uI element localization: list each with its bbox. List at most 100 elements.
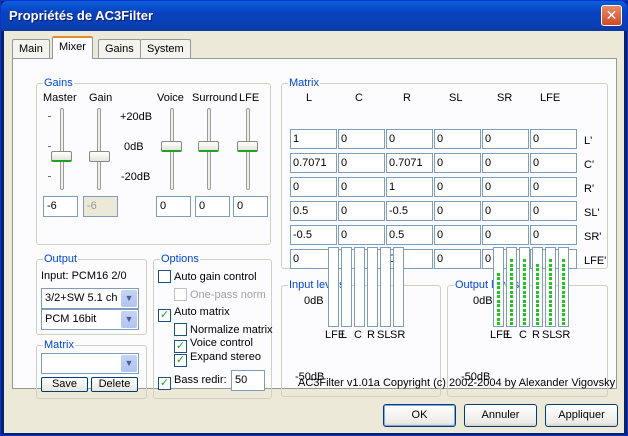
level-segment	[510, 286, 513, 289]
master-value-field[interactable]: -6	[43, 196, 78, 217]
matrix-cell[interactable]: -0.5	[386, 201, 433, 221]
level-segment	[549, 317, 552, 321]
chevron-down-icon: ▼	[121, 311, 137, 328]
matrix-cell[interactable]: 0	[434, 153, 481, 173]
level-segment	[497, 304, 500, 307]
matrix-cell[interactable]: 0	[530, 225, 577, 245]
matrix-cell[interactable]: 0	[290, 177, 337, 197]
save-matrix-button[interactable]: Save	[41, 377, 88, 392]
matrix-cell[interactable]: 0	[530, 177, 577, 197]
matrix-cell[interactable]: 0	[482, 153, 529, 173]
lfe-value-field[interactable]: 0	[233, 196, 268, 217]
auto-matrix-checkbox[interactable]: ✓ Auto matrix	[158, 306, 230, 322]
scale-mid-label: 0dB	[124, 141, 144, 153]
surround-slider-thumb[interactable]	[198, 141, 219, 152]
bass-redir-checkbox[interactable]: ✓ Bass redir:	[158, 374, 227, 390]
matrix-cell[interactable]: 0.7071	[290, 153, 337, 173]
matrix-group-label: Matrix	[288, 77, 320, 89]
matrix-cell[interactable]: 0	[482, 129, 529, 149]
title-bar[interactable]: Propriétés de AC3Filter ✕	[1, 1, 627, 31]
matrix-cell[interactable]: -0.5	[290, 225, 337, 245]
matrix-cell[interactable]: 0.5	[290, 201, 337, 221]
matrix-cell[interactable]: 0	[434, 201, 481, 221]
matrix-cell[interactable]: 0	[338, 129, 385, 149]
master-label: Master	[43, 92, 77, 104]
channel-label: C	[519, 329, 527, 341]
tab-gains[interactable]: Gains	[98, 39, 141, 58]
matrix-cell[interactable]: 0	[386, 129, 433, 149]
bass-redir-freq-field[interactable]: 50	[231, 370, 265, 391]
voice-value-field[interactable]: 0	[156, 196, 191, 217]
level-segment	[562, 259, 565, 262]
matrix-cell[interactable]: 1	[290, 129, 337, 149]
matrix-cell[interactable]: 0.7071	[386, 153, 433, 173]
apply-button[interactable]: Appliquer	[545, 404, 618, 427]
level-meter	[367, 247, 378, 327]
level-meter	[493, 247, 504, 327]
matrix-cell[interactable]: 0	[434, 177, 481, 197]
level-segment	[549, 295, 552, 298]
matrix-cell[interactable]: 0.5	[386, 225, 433, 245]
matrix-cell[interactable]: 0	[338, 153, 385, 173]
expand-stereo-checkbox[interactable]: ✓ Expand stereo	[174, 351, 261, 367]
matrix-cell[interactable]: 0	[338, 201, 385, 221]
chevron-down-icon: ▼	[121, 290, 137, 307]
matrix-cell[interactable]: 0	[338, 177, 385, 197]
voice-slider-thumb[interactable]	[161, 141, 182, 152]
master-slider-track	[60, 108, 64, 190]
matrix-cell[interactable]: 0	[482, 177, 529, 197]
delete-matrix-button[interactable]: Delete	[91, 377, 138, 392]
level-segment	[497, 272, 500, 276]
level-segment	[510, 299, 513, 303]
level-segment	[549, 299, 552, 303]
window-title: Propriétés de AC3Filter	[9, 8, 154, 23]
channel-label: SR	[555, 329, 571, 341]
level-segment	[536, 263, 539, 267]
surround-value-field[interactable]: 0	[195, 196, 230, 217]
matrix-cell[interactable]: 1	[386, 177, 433, 197]
matrix-row-header: C'	[584, 159, 595, 171]
tab-mixer[interactable]: Mixer	[52, 36, 93, 59]
one-pass-checkbox[interactable]: One-pass norm	[174, 288, 266, 301]
cancel-button[interactable]: Annuler	[464, 404, 537, 427]
level-segment	[562, 286, 565, 289]
tab-main[interactable]: Main	[12, 39, 50, 58]
level-segment	[549, 286, 552, 289]
gain-value-field[interactable]: -6	[83, 196, 118, 217]
level-segment	[497, 299, 500, 303]
close-button[interactable]: ✕	[601, 5, 622, 26]
matrix-cell[interactable]: 0	[482, 225, 529, 245]
level-segment	[549, 263, 552, 267]
lfe-slider-thumb[interactable]	[237, 141, 258, 152]
ok-button[interactable]: OK	[383, 404, 456, 427]
level-segment	[562, 268, 565, 271]
format-select[interactable]: PCM 16bit ▼	[41, 309, 139, 330]
master-slider-thumb[interactable]	[51, 151, 72, 162]
matrix-preset-select[interactable]: ▼	[41, 353, 139, 374]
gain-slider-thumb[interactable]	[89, 151, 110, 162]
level-segment	[549, 268, 552, 271]
speakers-select[interactable]: 3/2+SW 5.1 ch ▼	[41, 288, 139, 309]
speakers-select-value: 3/2+SW 5.1 ch	[45, 292, 118, 304]
matrix-cell[interactable]: 0	[530, 129, 577, 149]
level-meter	[380, 247, 391, 327]
tick-mark	[48, 116, 51, 117]
level-segment	[523, 263, 526, 267]
level-segment	[536, 308, 539, 312]
normalize-matrix-checkbox[interactable]: Normalize matrix	[174, 323, 273, 336]
tab-system[interactable]: System	[140, 39, 191, 58]
level-segment	[536, 295, 539, 298]
matrix-cell[interactable]: 0	[434, 249, 481, 269]
matrix-cell[interactable]: 0	[482, 201, 529, 221]
matrix-cell[interactable]: 0	[434, 129, 481, 149]
matrix-cell[interactable]: 0	[530, 153, 577, 173]
auto-gain-checkbox[interactable]: Auto gain control	[158, 270, 257, 283]
matrix-cell[interactable]: 0	[338, 225, 385, 245]
matrix-cell[interactable]: 0	[530, 201, 577, 221]
channel-label: SL	[377, 329, 391, 341]
level-meter	[506, 247, 517, 327]
level-segment	[536, 272, 539, 276]
channel-label: C	[354, 329, 362, 341]
matrix-cell[interactable]: 0	[434, 225, 481, 245]
level-segment	[523, 259, 526, 262]
